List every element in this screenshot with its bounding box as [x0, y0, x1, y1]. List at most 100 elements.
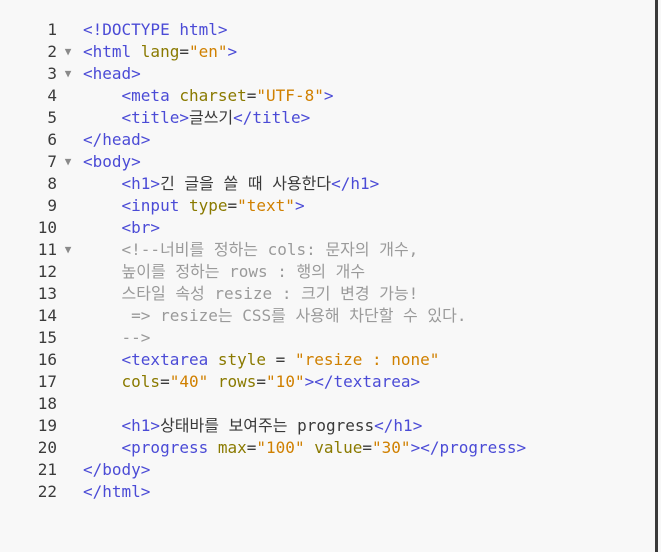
code-text: <h1>긴 글을 쓸 때 사용한다</h1> [83, 173, 380, 195]
code-text: <textarea style = "resize : none" [83, 349, 440, 371]
code-token: <html [83, 42, 141, 61]
code-text: </body> [83, 459, 150, 481]
code-line[interactable]: 5 <title>글쓰기</title> [0, 107, 650, 129]
code-token: "en" [188, 42, 228, 61]
code-token: ></textarea> [304, 372, 421, 391]
line-number: 11 [37, 240, 57, 259]
code-line[interactable]: 3 ▼ <head> [0, 63, 650, 85]
code-line[interactable]: 7 ▼ <body> [0, 151, 650, 173]
code-line[interactable]: 14 => resize는 CSS를 사용해 차단할 수 있다. [0, 305, 650, 327]
code-token: <head> [83, 64, 141, 83]
line-number: 16 [37, 350, 57, 369]
line-number: 9 [47, 196, 57, 215]
code-token: "10" [266, 372, 305, 391]
code-text: <html lang="en"> [83, 41, 237, 63]
code-token: </body> [83, 460, 151, 479]
code-editor[interactable]: 1 <!DOCTYPE html> 2 ▼ <html lang="en"> 3 ▼ <hea… [0, 0, 658, 552]
code-token: </html> [83, 482, 151, 501]
code-token: <!--너비를 정하는 cols: 문자의 개수, [121, 240, 419, 259]
code-token: = [246, 86, 257, 105]
line-number: 5 [47, 108, 57, 127]
line-number: 18 [37, 394, 57, 413]
fold-toggle-icon[interactable]: ▼ [62, 151, 74, 173]
code-line[interactable]: 17 cols="40" rows="10"></textarea> [0, 371, 650, 393]
code-line[interactable]: 11 ▼ <!--너비를 정하는 cols: 문자의 개수, [0, 239, 650, 261]
fold-toggle-icon[interactable]: ▼ [62, 41, 74, 63]
code-token: 긴 글을 쓸 때 사용한다 [160, 174, 332, 193]
fold-toggle-icon[interactable]: ▼ [62, 63, 74, 85]
code-line[interactable]: 20 <progress max="100" value="30"></prog… [0, 437, 650, 459]
line-number: 17 [37, 372, 57, 391]
line-number: 4 [47, 86, 57, 105]
code-token: 상태바를 보여주는 progress [160, 416, 375, 435]
code-text: <title>글쓰기</title> [83, 107, 311, 129]
line-number: 12 [37, 262, 57, 281]
line-number: 15 [37, 328, 57, 347]
line-number: 8 [47, 174, 57, 193]
code-token: "text" [237, 196, 295, 215]
code-token: cols [121, 372, 161, 391]
code-line[interactable]: 2 ▼ <html lang="en"> [0, 41, 650, 63]
code-line[interactable]: 9 <input type="text"> [0, 195, 650, 217]
code-text: cols="40" rows="10"></textarea> [83, 371, 421, 393]
code-token: ></progress> [410, 438, 527, 457]
code-text: <progress max="100" value="30"></progres… [83, 437, 527, 459]
code-text: </html> [83, 481, 150, 503]
line-number: 7 [47, 152, 57, 171]
code-line[interactable]: 1 <!DOCTYPE html> [0, 19, 650, 41]
line-number: 22 [37, 482, 57, 501]
code-token: <progress [121, 438, 218, 457]
code-line[interactable]: 4 <meta charset="UTF-8"> [0, 85, 650, 107]
code-token: </h1> [374, 416, 423, 435]
line-number: 21 [37, 460, 57, 479]
code-text: <input type="text"> [83, 195, 305, 217]
code-line[interactable]: 16 <textarea style = "resize : none" [0, 349, 650, 371]
code-token: <input [121, 196, 189, 215]
line-number: 20 [37, 438, 57, 457]
code-text: <body> [83, 151, 141, 173]
fold-toggle-icon[interactable]: ▼ [62, 239, 74, 261]
code-line[interactable]: 8 <h1>긴 글을 쓸 때 사용한다</h1> [0, 173, 650, 195]
code-text: 스타일 속성 resize : 크기 변경 가능! [83, 283, 419, 305]
line-number: 10 [37, 218, 57, 237]
code-line[interactable]: 10 <br> [0, 217, 650, 239]
code-token: <h1> [121, 416, 161, 435]
code-text: 높이를 정하는 rows : 행의 개수 [83, 261, 366, 283]
code-token: rows [217, 372, 257, 391]
code-line[interactable]: 6 </head> [0, 129, 650, 151]
code-token: "30" [372, 438, 411, 457]
code-line[interactable]: 22 </html> [0, 481, 650, 503]
code-line[interactable]: 13 스타일 속성 resize : 크기 변경 가능! [0, 283, 650, 305]
code-token: <body> [83, 152, 141, 171]
code-token: = [362, 438, 373, 457]
code-token: "40" [169, 372, 209, 391]
code-token: </head> [83, 130, 151, 149]
code-token: <meta [121, 86, 180, 105]
line-number: 14 [37, 306, 57, 325]
code-text: <meta charset="UTF-8"> [83, 85, 334, 107]
code-token: </title> [233, 108, 311, 127]
code-line[interactable]: 21 </body> [0, 459, 650, 481]
code-token: > [294, 196, 305, 215]
code-line[interactable]: 15 --> [0, 327, 650, 349]
code-line[interactable]: 18 [0, 393, 650, 415]
code-token: = [227, 196, 238, 215]
code-line[interactable]: 19 <h1>상태바를 보여주는 progress</h1> [0, 415, 650, 437]
code-token: lang [140, 42, 180, 61]
code-token: </h1> [331, 174, 380, 193]
code-token: --> [121, 328, 151, 347]
code-token: 높이를 정하는 rows : 행의 개수 [121, 262, 366, 281]
code-token: type [188, 196, 228, 215]
editor-right-border [655, 0, 658, 552]
code-line[interactable]: 12 높이를 정하는 rows : 행의 개수 [0, 261, 650, 283]
code-token: = [266, 350, 295, 369]
